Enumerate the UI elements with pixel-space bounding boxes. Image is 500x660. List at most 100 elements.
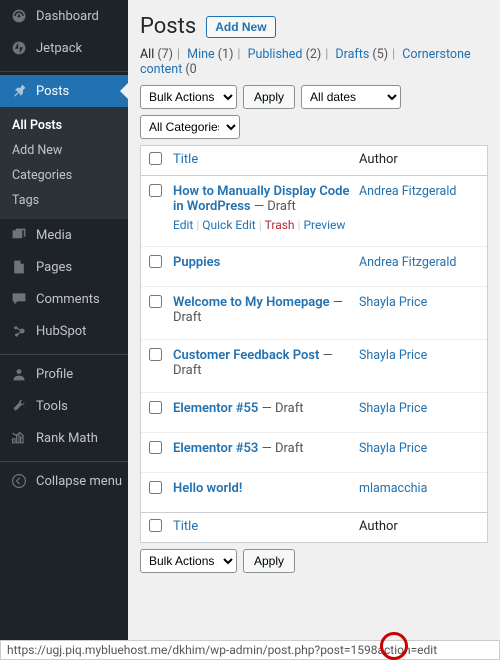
menu-label: HubSpot (36, 324, 128, 339)
action-trash[interactable]: Trash (265, 218, 295, 232)
bulk-actions-select-bottom[interactable]: Bulk Actions (140, 549, 237, 573)
posts-submenu: All Posts Add New Categories Tags (0, 107, 128, 219)
post-title-link[interactable]: Customer Feedback Post (173, 348, 319, 363)
active-arrow (120, 83, 128, 99)
table-row: Welcome to My Homepage — DraftShayla Pri… (141, 287, 487, 340)
menu-label: Tools (36, 399, 128, 414)
media-icon (10, 226, 28, 244)
table-row: Puppies Andrea Fitzgerald (141, 247, 487, 287)
page-title: Posts (140, 14, 196, 39)
author-link[interactable]: Shayla Price (359, 441, 427, 456)
menu-posts[interactable]: Posts (0, 75, 128, 107)
menu-jetpack[interactable]: Jetpack (0, 32, 128, 64)
user-icon (10, 365, 28, 383)
menu-collapse[interactable]: Collapse menu (0, 465, 128, 497)
filter-mine[interactable]: Mine (1) (187, 47, 233, 62)
collapse-icon (10, 472, 28, 490)
select-all-checkbox[interactable] (149, 152, 162, 165)
author-link[interactable]: mlamacchia (359, 481, 427, 496)
post-title-link[interactable]: Welcome to My Homepage (173, 295, 330, 310)
menu-separator (0, 457, 128, 462)
post-status: — Draft (258, 441, 303, 456)
submenu-all-posts[interactable]: All Posts (0, 113, 128, 138)
pin-icon (10, 82, 28, 100)
row-checkbox[interactable] (149, 348, 162, 361)
wrench-icon (10, 397, 28, 415)
content-area: Posts Add New All (7)| Mine (1)| Publish… (128, 0, 500, 660)
menu-comments[interactable]: Comments (0, 283, 128, 315)
menu-rankmath[interactable]: Rank Math (0, 422, 128, 454)
chart-icon (10, 429, 28, 447)
post-title-link[interactable]: Elementor #53 (173, 441, 258, 456)
col-author-header: Author (359, 152, 398, 167)
menu-label: Jetpack (36, 41, 128, 56)
filter-published[interactable]: Published (2) (248, 47, 322, 62)
col-title-footer[interactable]: Title (173, 519, 198, 534)
col-author-footer: Author (359, 519, 398, 534)
col-title-header[interactable]: Title (173, 152, 198, 167)
post-title-link[interactable]: Hello world! (173, 481, 242, 496)
table-footer: Title Author (141, 512, 487, 542)
menu-label: Posts (36, 84, 112, 99)
dates-select[interactable]: All dates (301, 85, 401, 109)
menu-profile[interactable]: Profile (0, 358, 128, 390)
submenu-categories[interactable]: Categories (0, 163, 128, 188)
author-link[interactable]: Shayla Price (359, 348, 427, 363)
apply-button-bottom[interactable]: Apply (243, 549, 295, 573)
status-filters: All (7)| Mine (1)| Published (2)| Drafts… (140, 47, 488, 77)
bulk-actions-select[interactable]: Bulk Actions (140, 85, 237, 109)
row-actions: Edit|Quick Edit|Trash|Preview (173, 218, 359, 232)
table-row: Customer Feedback Post — DraftShayla Pri… (141, 340, 487, 393)
author-link[interactable]: Andrea Fitzgerald (359, 255, 456, 270)
menu-label: Comments (36, 292, 128, 307)
apply-button[interactable]: Apply (243, 85, 295, 109)
author-link[interactable]: Shayla Price (359, 401, 427, 416)
table-row: Hello world! mlamacchia (141, 473, 487, 512)
row-checkbox[interactable] (149, 401, 162, 414)
action-preview[interactable]: Preview (303, 218, 345, 232)
row-checkbox[interactable] (149, 481, 162, 494)
admin-sidebar: Dashboard Jetpack Posts All Posts Add Ne… (0, 0, 128, 660)
submenu-tags[interactable]: Tags (0, 188, 128, 213)
menu-label: Dashboard (36, 9, 128, 24)
post-status: — Draft (251, 199, 296, 214)
table-row: Elementor #53 — Draft Shayla Price (141, 433, 487, 473)
posts-table: Title Author How to Manually Display Cod… (140, 145, 488, 543)
menu-label: Pages (36, 260, 128, 275)
row-checkbox[interactable] (149, 255, 162, 268)
menu-label: Collapse menu (36, 474, 128, 489)
table-row: How to Manually Display Code in WordPres… (141, 176, 487, 247)
jetpack-icon (10, 39, 28, 57)
action-edit[interactable]: Edit (173, 218, 193, 232)
select-all-checkbox-footer[interactable] (149, 519, 162, 532)
filter-drafts[interactable]: Drafts (5) (335, 47, 388, 62)
menu-label: Rank Math (36, 431, 128, 446)
row-checkbox[interactable] (149, 295, 162, 308)
menu-separator (0, 350, 128, 355)
author-link[interactable]: Andrea Fitzgerald (359, 184, 456, 199)
menu-hubspot[interactable]: HubSpot (0, 315, 128, 347)
page-icon (10, 258, 28, 276)
menu-pages[interactable]: Pages (0, 251, 128, 283)
post-title-link[interactable]: Elementor #55 (173, 401, 258, 416)
add-new-button[interactable]: Add New (206, 16, 275, 38)
comment-icon (10, 290, 28, 308)
row-checkbox[interactable] (149, 184, 162, 197)
menu-media[interactable]: Media (0, 219, 128, 251)
post-status: — Draft (258, 401, 303, 416)
menu-tools[interactable]: Tools (0, 390, 128, 422)
categories-select[interactable]: All Categories (140, 115, 240, 139)
table-row: Elementor #55 — Draft Shayla Price (141, 393, 487, 433)
browser-statusbar: https://ugj.piq.mybluehost.me/dkhim/wp-a… (0, 640, 500, 660)
author-link[interactable]: Shayla Price (359, 295, 427, 310)
action-quick-edit[interactable]: Quick Edit (202, 218, 255, 232)
row-checkbox[interactable] (149, 441, 162, 454)
menu-separator (0, 67, 128, 72)
table-header: Title Author (141, 146, 487, 176)
hubspot-icon (10, 322, 28, 340)
filter-all-label: All (7) (140, 47, 173, 62)
menu-label: Media (36, 228, 128, 243)
post-title-link[interactable]: Puppies (173, 255, 220, 270)
submenu-add-new[interactable]: Add New (0, 138, 128, 163)
menu-dashboard[interactable]: Dashboard (0, 0, 128, 32)
